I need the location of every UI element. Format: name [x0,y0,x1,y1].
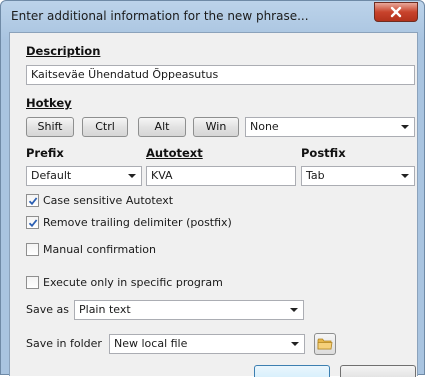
dialog-window: Enter additional information for the new… [0,0,425,377]
hotkey-key-select[interactable]: None [245,117,415,137]
hotkey-key-value: None [250,120,279,133]
prefix-label: Prefix [26,146,64,160]
chevron-down-icon [291,342,299,346]
ctrl-button[interactable]: Ctrl [82,117,128,137]
hotkey-label: Hotkey [26,96,72,110]
postfix-select[interactable]: Tab [301,166,415,186]
description-label: Description [26,44,101,58]
case-sensitive-label: Case sensitive Autotext [43,194,174,207]
save-in-folder-label: Save in folder [26,337,102,350]
win-button[interactable]: Win [193,117,239,137]
close-button[interactable] [374,2,418,22]
close-icon [390,6,402,18]
description-field[interactable]: Kaitseväe Ühendatud Õppeasutus [26,65,415,85]
autotext-field[interactable]: KVA [146,166,296,186]
prefix-value: Default [31,169,72,182]
window-title: Enter additional information for the new… [11,9,309,23]
save-as-label: Save as [26,303,69,316]
ok-button[interactable] [254,365,330,377]
postfix-value: Tab [306,169,325,182]
shift-button[interactable]: Shift [26,117,74,137]
chevron-down-icon [401,125,409,129]
browse-folder-button[interactable] [314,333,336,355]
autotext-label: Autotext [146,146,203,160]
title-bar[interactable]: Enter additional information for the new… [1,1,425,31]
save-as-value: Plain text [79,303,131,316]
cancel-button[interactable] [340,365,416,377]
remove-trailing-checkbox[interactable]: Remove trailing delimiter (postfix) [26,216,232,229]
prefix-select[interactable]: Default [26,166,142,186]
checkbox-box [26,194,39,207]
execute-specific-label: Execute only in specific program [43,276,223,289]
postfix-label: Postfix [301,146,346,160]
save-in-folder-value: New local file [114,337,188,350]
chevron-down-icon [290,308,298,312]
dialog-body: Description Kaitseväe Ühendatud Õppeasut… [9,32,418,377]
alt-button[interactable]: Alt [138,117,186,137]
folder-icon [317,338,333,350]
manual-confirmation-checkbox[interactable]: Manual confirmation [26,243,156,256]
save-in-folder-select[interactable]: New local file [109,334,305,354]
checkmark-icon [28,196,37,205]
chevron-down-icon [401,174,409,178]
checkbox-box [26,216,39,229]
manual-confirmation-label: Manual confirmation [43,243,157,256]
execute-specific-checkbox[interactable]: Execute only in specific program [26,276,223,289]
checkbox-box [26,276,39,289]
chevron-down-icon [128,174,136,178]
remove-trailing-label: Remove trailing delimiter (postfix) [43,216,232,229]
case-sensitive-checkbox[interactable]: Case sensitive Autotext [26,194,173,207]
checkmark-icon [28,218,37,227]
checkbox-box [26,243,39,256]
save-as-select[interactable]: Plain text [74,300,304,320]
